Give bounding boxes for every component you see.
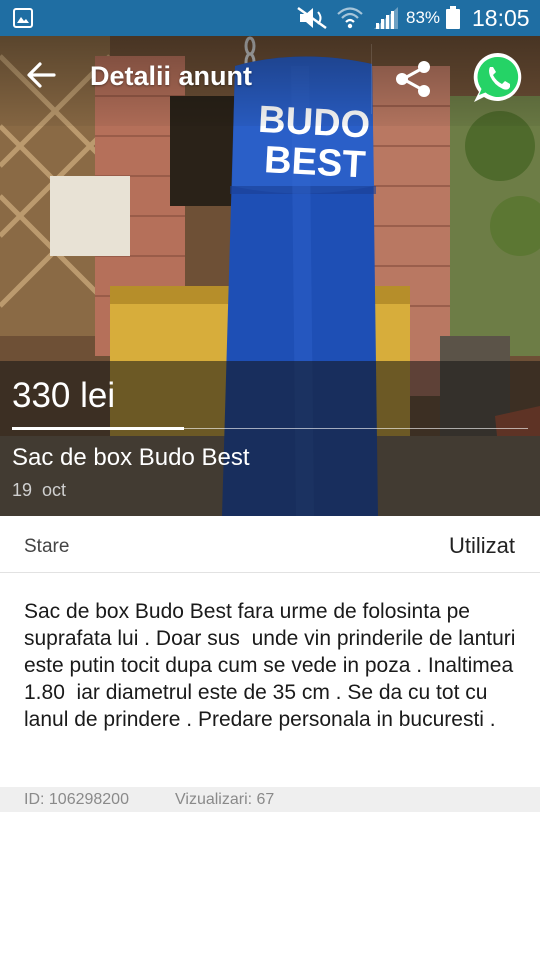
wifi-icon — [337, 7, 363, 29]
condition-row: Stare Utilizat — [0, 516, 540, 573]
back-arrow-icon[interactable] — [24, 58, 58, 92]
condition-value: Utilizat — [448, 533, 515, 558]
ad-title: Sac de box Budo Best — [12, 444, 250, 471]
mute-icon — [297, 6, 327, 30]
clock: 18:05 — [472, 5, 530, 31]
ad-views: Vizualizari: 67 — [175, 791, 275, 808]
price-divider-accent — [12, 427, 184, 430]
ad-price: 330 lei — [12, 376, 116, 415]
ad-id: ID: 106298200 — [24, 791, 129, 808]
price-divider — [184, 428, 528, 429]
gallery-icon — [13, 8, 33, 28]
ad-date: 19 oct — [12, 480, 67, 500]
page-title: Detalii anunt — [90, 61, 253, 91]
status-bar: 83% 18:05 — [0, 0, 540, 36]
share-icon — [396, 61, 430, 97]
whatsapp-icon[interactable] — [470, 50, 526, 106]
share-button[interactable] — [371, 44, 455, 114]
condition-label: Stare — [24, 536, 70, 557]
ad-description: Sac de box Budo Best fara urme de folosi… — [24, 600, 522, 731]
price-info-panel: 330 lei Sac de box Budo Best 19 oct — [0, 361, 540, 516]
ad-photo[interactable]: BUDO BEST Detalii anunt 330 lei Sac de b… — [0, 36, 540, 516]
brand-logo-line-2: BEST — [263, 139, 366, 186]
signal-icon — [374, 7, 398, 29]
battery-icon — [446, 6, 460, 29]
toolbar-shade — [0, 36, 540, 126]
battery-percentage: 83% — [406, 8, 441, 27]
ad-meta-bar: ID: 106298200 Vizualizari: 67 — [0, 787, 540, 812]
